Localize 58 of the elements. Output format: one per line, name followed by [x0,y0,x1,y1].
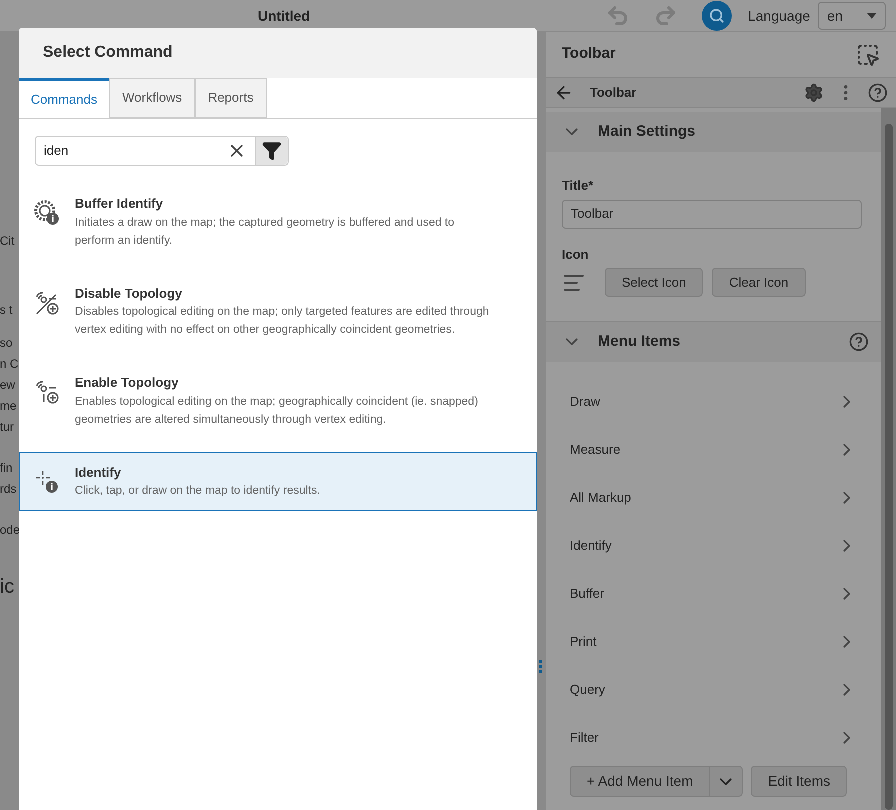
section-header[interactable]: Menu Items [546,322,881,362]
background-text: ic [0,578,16,597]
buffer-info-icon [34,200,60,226]
edit-items-button[interactable]: Edit Items [751,766,848,797]
command-title: Buffer Identify [75,195,164,213]
background-text: so [0,335,14,352]
settings-icon[interactable] [804,82,824,102]
command-description: Enables topological editing on the map; geographically coincident (ie. snapped) geometries are altered simultaneously through vertex editing. [75,394,480,428]
field-label: Icon [562,246,590,264]
menu-item[interactable]: Buffer [546,570,881,618]
icon-button[interactable]: Select Icon [605,268,704,297]
background-text: n C [0,356,19,373]
help-icon[interactable] [868,82,888,102]
add-menu-item-button[interactable]: + Add Menu Item [570,766,744,797]
field-label: Title* [562,177,595,195]
language-label: Language [748,6,810,26]
menu-item[interactable]: Query [546,666,881,714]
document-title: Untitled [258,6,310,26]
crosshair-info-icon [34,468,60,494]
command-title: Disable Topology [75,284,184,303]
panel-title: Toolbar [562,44,616,64]
background-text: s t [0,302,14,319]
command-title: Identify [75,464,122,482]
command-title: Enable Topology [75,374,180,392]
menu-item[interactable]: Print [546,618,881,666]
search-button[interactable] [702,0,732,30]
menu-item[interactable]: All Markup [546,474,881,522]
command-description: Click, tap, or draw on the map to identify results. [75,484,320,499]
menu-item[interactable]: Draw [546,378,881,426]
command-item[interactable]: Identify Click, tap, or draw on the map to identify results. [19,452,537,511]
tab[interactable]: Reports [195,78,267,118]
menu-item[interactable]: Filter [546,714,881,762]
title-input[interactable]: Toolbar [562,200,862,228]
menu-item[interactable]: Measure [546,426,881,474]
background-text: ew [0,377,16,394]
select-pointer-icon[interactable] [856,42,880,66]
command-description: Initiates a draw on the map; the captured geometry is buffered and used to perform an identify. [75,216,456,248]
background-text: me [0,398,18,415]
tab[interactable]: Workflows [109,78,196,118]
breadcrumb-text: Toolbar [590,84,638,102]
background-text: ode [0,522,19,539]
section-header[interactable]: Main Settings [546,112,881,152]
topology-off-icon [34,290,60,316]
scrollbar[interactable] [881,108,896,810]
icon-button[interactable]: Clear Icon [712,268,806,297]
background-text: Cit [0,233,16,250]
dialog-title: Select Command [43,43,173,63]
topology-on-icon [34,379,60,405]
background-text: tur [0,419,16,436]
drag-handle-icon[interactable] [539,660,542,674]
command-description: Disables topological editing on the map; only targeted features are edited through vertex editing with no effect on other geographically coincident geometries. [75,305,490,338]
language-select[interactable]: en [818,2,886,30]
background-text: rds [0,481,18,498]
search-icon [709,8,726,24]
help-icon[interactable] [849,332,869,352]
background-text: fin [0,460,14,477]
dropdown-caret-icon [867,12,878,18]
menu-item[interactable]: Identify [546,522,881,570]
